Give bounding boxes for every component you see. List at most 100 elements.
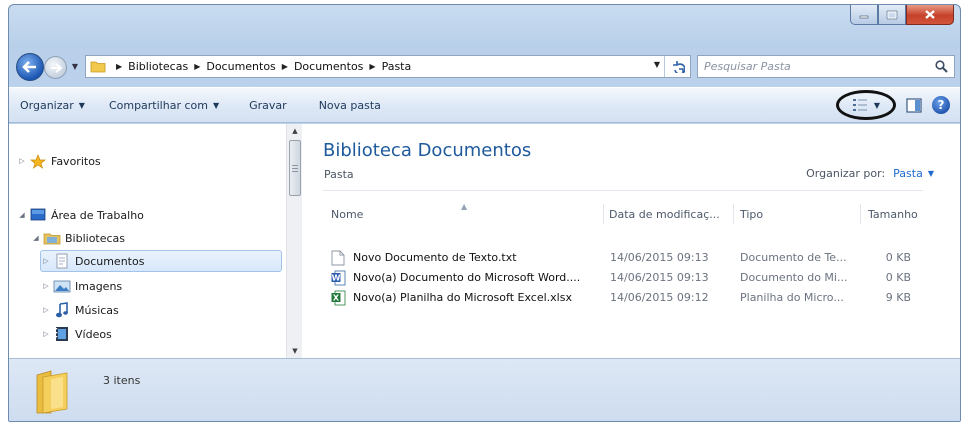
documents-library-icon bbox=[53, 253, 71, 269]
arrange-by-dropdown[interactable]: Pasta bbox=[893, 167, 923, 180]
breadcrumb-separator-icon[interactable]: ▶ bbox=[369, 62, 375, 71]
back-button[interactable] bbox=[16, 53, 44, 81]
change-view-button[interactable]: ▼ bbox=[836, 90, 896, 120]
scroll-up-arrow-icon[interactable]: ▲ bbox=[287, 124, 303, 138]
close-button[interactable] bbox=[906, 5, 954, 25]
arrange-by: Organizar por: Pasta ▼ bbox=[806, 167, 934, 180]
text-file-icon bbox=[331, 250, 345, 266]
search-input[interactable] bbox=[704, 60, 914, 73]
file-size: 0 KB bbox=[885, 251, 911, 264]
address-bar[interactable]: ▶ Bibliotecas ▶ Documentos ▶ Documentos … bbox=[85, 55, 691, 78]
file-name: Novo Documento de Texto.txt bbox=[353, 251, 517, 264]
refresh-button[interactable] bbox=[664, 56, 690, 77]
column-divider[interactable] bbox=[603, 204, 604, 224]
file-date: 14/06/2015 09:13 bbox=[610, 271, 709, 284]
address-history-dropdown[interactable]: ▼ bbox=[654, 60, 660, 69]
expand-arrow-icon[interactable]: ▷ bbox=[17, 157, 27, 165]
view-controls: ▼ ? bbox=[836, 88, 960, 122]
library-subtitle: Pasta bbox=[324, 168, 354, 181]
column-date-modified[interactable]: Data de modificaç... bbox=[609, 208, 720, 221]
close-icon bbox=[925, 10, 935, 19]
nav-label: Músicas bbox=[75, 303, 119, 317]
scroll-thumb[interactable] bbox=[289, 140, 301, 196]
explorer-window: ▼ ▶ Bibliotecas ▶ Documentos ▶ Documento… bbox=[8, 4, 961, 422]
breadcrumb-documentos[interactable]: Documentos bbox=[206, 60, 275, 73]
recent-pages-dropdown[interactable]: ▼ bbox=[71, 62, 79, 71]
expand-arrow-icon[interactable]: ▷ bbox=[41, 282, 51, 290]
breadcrumb-separator-icon: ▶ bbox=[116, 62, 123, 71]
item-count: 3 itens bbox=[103, 374, 141, 387]
breadcrumb-documentos-2[interactable]: Documentos bbox=[294, 60, 363, 73]
navigation-pane: ▷ Favoritos ◢ Área de Trabalho ◢ Bibliot… bbox=[9, 124, 285, 358]
column-divider[interactable] bbox=[733, 204, 734, 224]
svg-text:X: X bbox=[333, 294, 340, 303]
expand-arrow-icon[interactable]: ▷ bbox=[41, 257, 51, 265]
details-view-icon bbox=[852, 99, 867, 111]
chevron-down-icon: ▼ bbox=[212, 100, 220, 110]
music-icon bbox=[53, 302, 71, 318]
nav-item-bibliotecas[interactable]: ◢ Bibliotecas bbox=[31, 227, 125, 249]
nav-item-videos[interactable]: ▷ Vídeos bbox=[41, 323, 112, 345]
nav-item-favoritos[interactable]: ▷ Favoritos bbox=[17, 150, 101, 172]
excel-file-icon: X bbox=[331, 290, 346, 306]
nav-pane-scrollbar[interactable]: ▲ ▼ bbox=[286, 124, 302, 358]
forward-button[interactable] bbox=[44, 56, 67, 79]
arrange-by-label: Organizar por: bbox=[806, 167, 886, 180]
command-bar: Organizar ▼ Compartilhar com ▼ Gravar No… bbox=[9, 87, 960, 123]
file-row[interactable]: W Novo(a) Documento do Microsoft Word...… bbox=[323, 268, 923, 288]
burn-label: Gravar bbox=[249, 98, 287, 112]
maximize-button[interactable] bbox=[878, 5, 906, 25]
nav-item-documentos[interactable]: ▷ Documentos bbox=[40, 250, 282, 272]
nav-item-area-de-trabalho[interactable]: ◢ Área de Trabalho bbox=[17, 204, 144, 226]
new-folder-button[interactable]: Nova pasta bbox=[310, 99, 390, 112]
nav-label: Área de Trabalho bbox=[51, 208, 144, 222]
collapse-arrow-icon[interactable]: ◢ bbox=[31, 234, 41, 242]
preview-pane-icon bbox=[906, 97, 922, 113]
folder-icon bbox=[90, 60, 106, 73]
svg-text:W: W bbox=[332, 274, 341, 283]
breadcrumb-pasta[interactable]: Pasta bbox=[382, 60, 412, 73]
file-row[interactable]: Novo Documento de Texto.txt 14/06/2015 0… bbox=[323, 248, 923, 268]
desktop-icon bbox=[29, 207, 47, 223]
column-name[interactable]: Nome bbox=[331, 208, 363, 221]
column-size[interactable]: Tamanho bbox=[868, 208, 918, 221]
column-type[interactable]: Tipo bbox=[740, 208, 763, 221]
pictures-icon bbox=[53, 278, 71, 294]
collapse-arrow-icon[interactable]: ◢ bbox=[17, 211, 27, 219]
nav-item-imagens[interactable]: ▷ Imagens bbox=[41, 275, 122, 297]
breadcrumb-separator-icon[interactable]: ▶ bbox=[194, 62, 200, 71]
expand-arrow-icon[interactable]: ▷ bbox=[41, 330, 51, 338]
help-icon[interactable]: ? bbox=[932, 96, 950, 114]
minimize-icon bbox=[859, 15, 869, 18]
file-name: Novo(a) Documento do Microsoft Word.... bbox=[353, 271, 581, 284]
breadcrumb-separator-icon[interactable]: ▶ bbox=[282, 62, 288, 71]
minimize-button[interactable] bbox=[850, 5, 878, 25]
nav-item-musicas[interactable]: ▷ Músicas bbox=[41, 299, 119, 321]
content-area: ▷ Favoritos ◢ Área de Trabalho ◢ Bibliot… bbox=[9, 124, 960, 358]
burn-button[interactable]: Gravar bbox=[240, 99, 296, 112]
file-row[interactable]: X Novo(a) Planilha do Microsoft Excel.xl… bbox=[323, 288, 923, 308]
chevron-down-icon[interactable]: ▼ bbox=[928, 169, 934, 178]
file-date: 14/06/2015 09:12 bbox=[610, 291, 709, 304]
column-divider[interactable] bbox=[860, 204, 861, 224]
file-name: Novo(a) Planilha do Microsoft Excel.xlsx bbox=[353, 291, 572, 304]
new-folder-label: Nova pasta bbox=[318, 98, 381, 112]
header-divider bbox=[323, 190, 923, 191]
back-arrow-icon bbox=[22, 61, 36, 73]
details-pane: 3 itens bbox=[9, 358, 960, 421]
share-menu[interactable]: Compartilhar com ▼ bbox=[100, 99, 228, 112]
nav-label: Imagens bbox=[75, 279, 123, 293]
nav-label: Favoritos bbox=[51, 154, 101, 168]
organize-menu[interactable]: Organizar ▼ bbox=[11, 99, 94, 112]
file-type: Documento do Mi... bbox=[740, 271, 848, 284]
grip-icon bbox=[292, 164, 298, 172]
scroll-down-arrow-icon[interactable]: ▼ bbox=[287, 344, 303, 358]
breadcrumb-bibliotecas[interactable]: Bibliotecas bbox=[128, 60, 188, 73]
nav-label: Vídeos bbox=[75, 327, 112, 341]
search-icon[interactable] bbox=[935, 60, 948, 76]
expand-arrow-icon[interactable]: ▷ bbox=[41, 306, 51, 314]
address-row: ▼ ▶ Bibliotecas ▶ Documentos ▶ Documento… bbox=[9, 51, 960, 81]
nav-label: Bibliotecas bbox=[65, 231, 126, 245]
search-box[interactable] bbox=[697, 55, 955, 78]
preview-pane-button[interactable] bbox=[904, 95, 924, 115]
